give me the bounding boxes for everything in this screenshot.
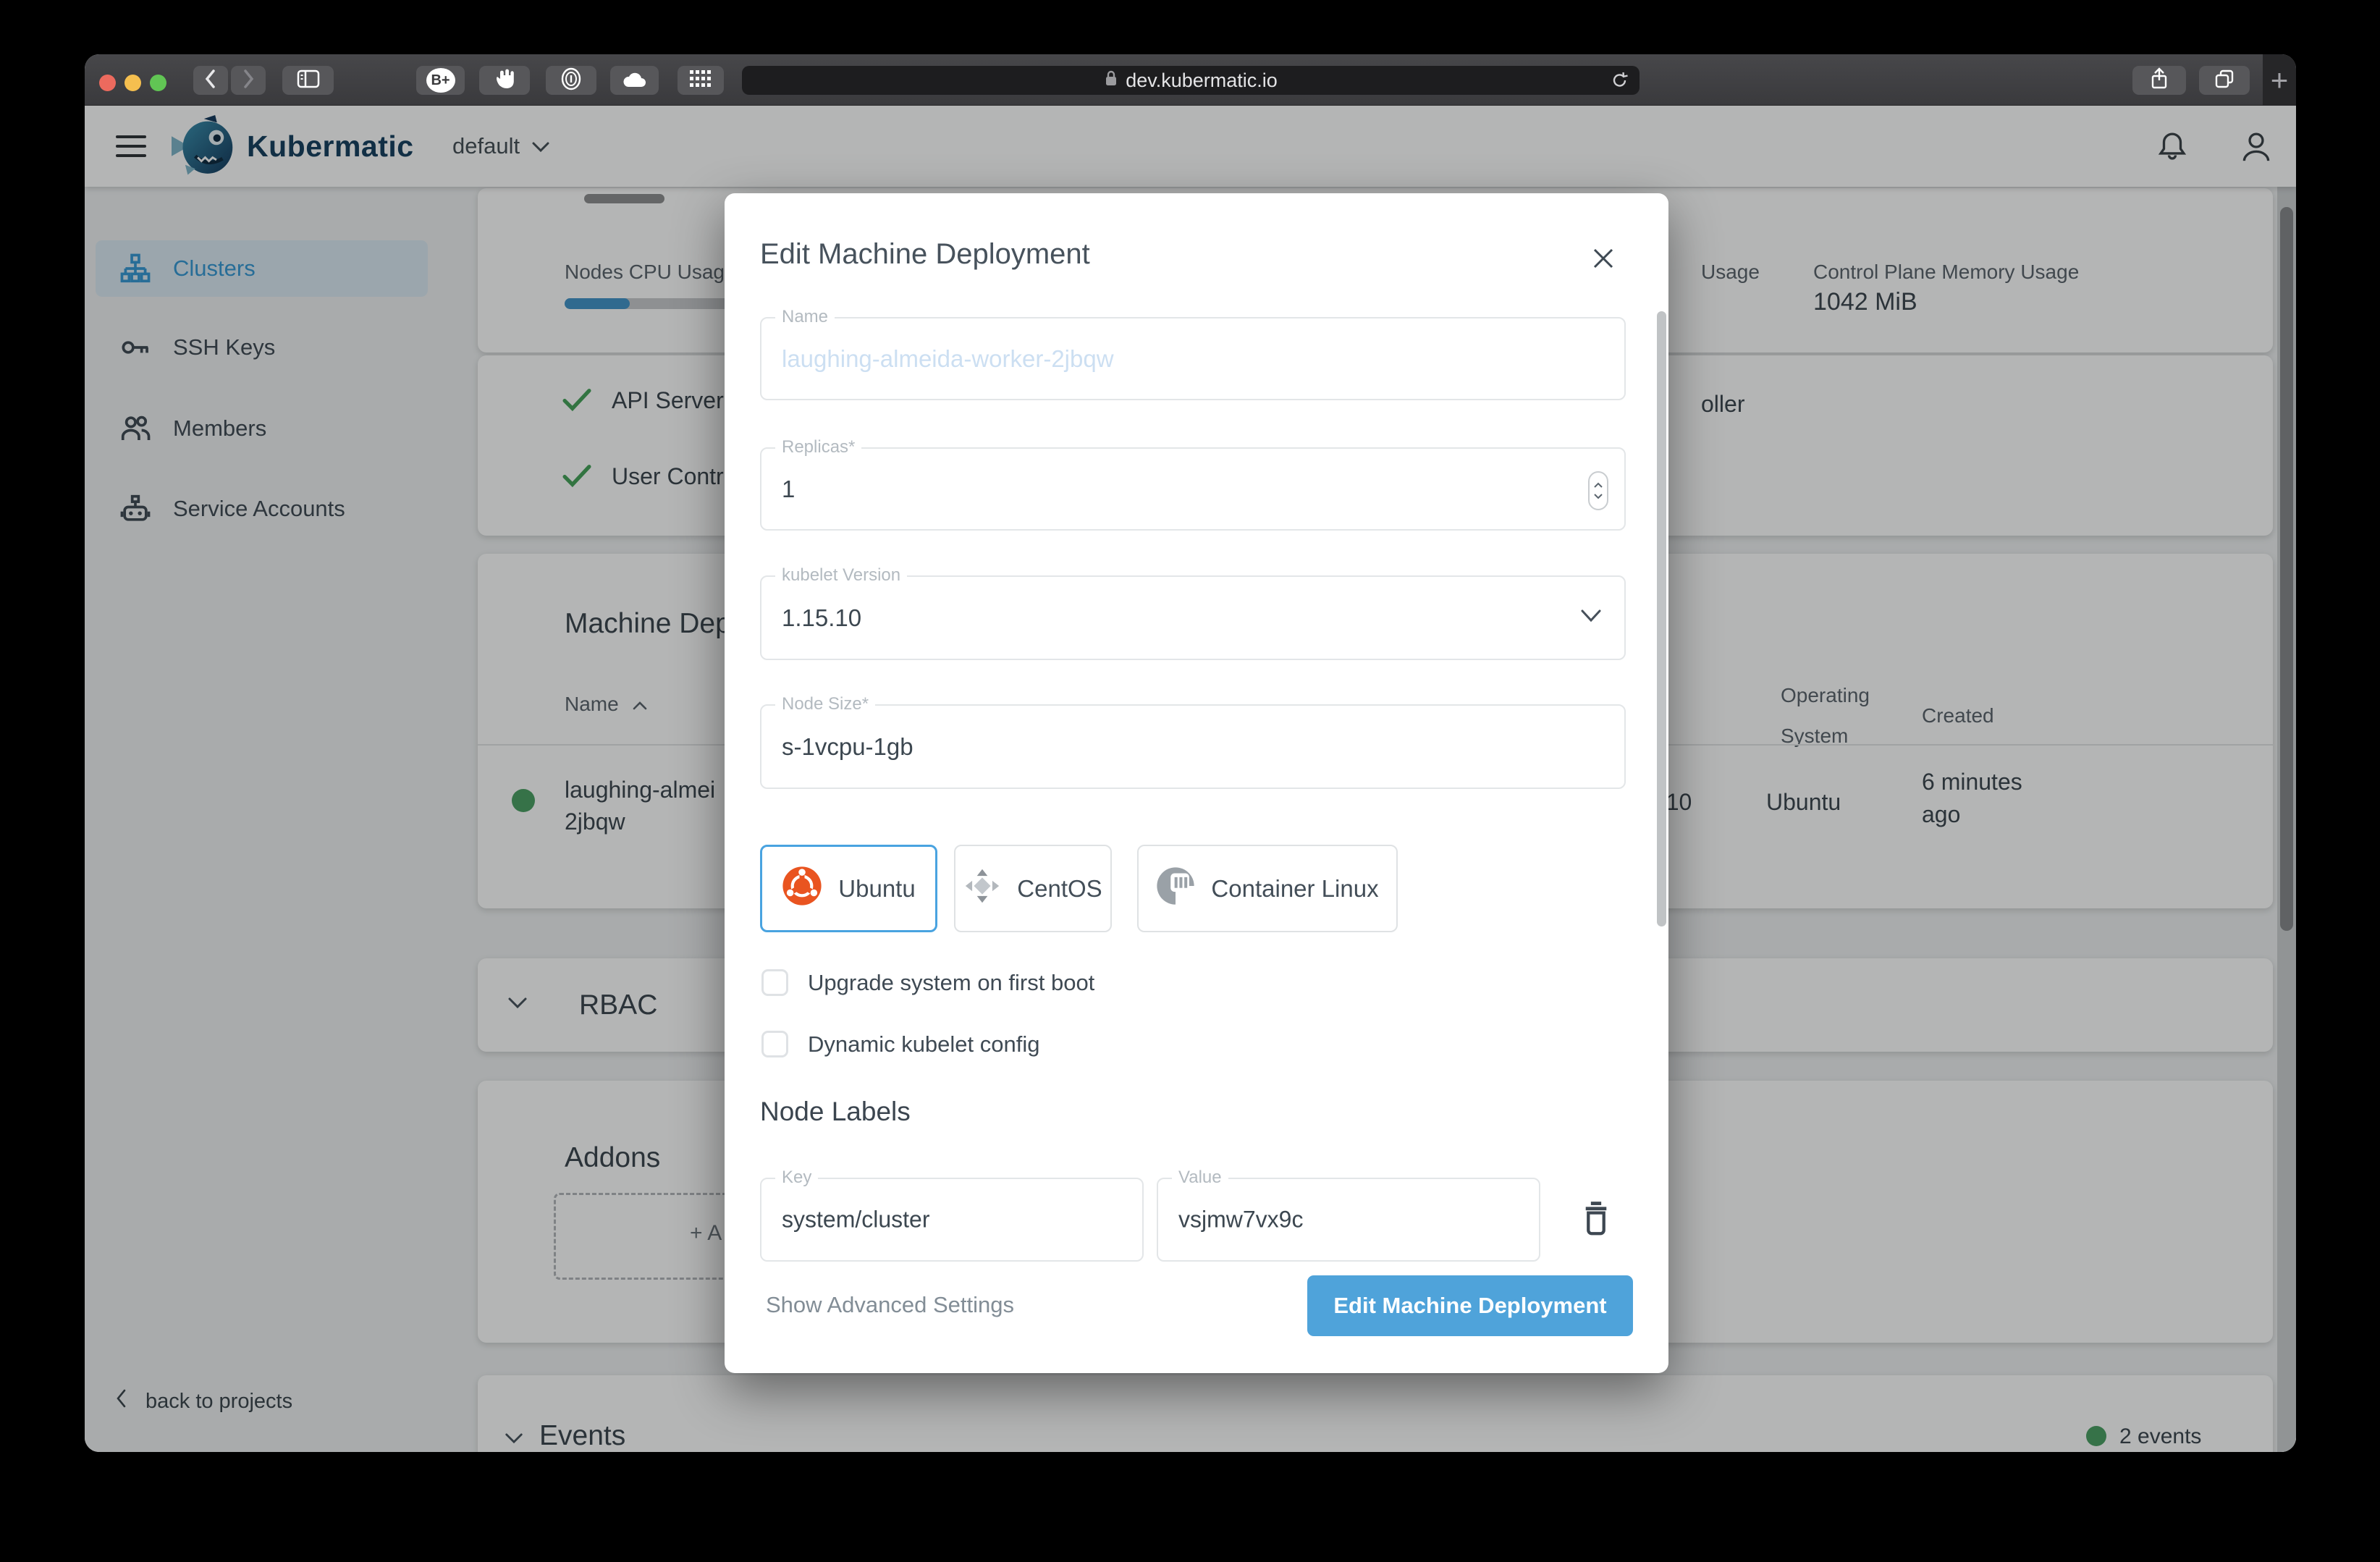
share-button[interactable] xyxy=(2132,66,2186,95)
back-icon xyxy=(203,68,219,93)
edit-machine-deployment-button[interactable]: Edit Machine Deployment xyxy=(1307,1275,1633,1336)
replicas-field-value: 1 xyxy=(782,476,795,503)
tabs-icon xyxy=(2214,68,2235,93)
replicas-field-label: Replicas* xyxy=(775,437,861,457)
extension-blocker-button[interactable] xyxy=(479,66,530,95)
dynamic-kubelet-checkbox-row[interactable]: Dynamic kubelet config xyxy=(761,1031,1040,1057)
maximize-window-button[interactable] xyxy=(150,75,166,91)
os-option-ubuntu[interactable]: Ubuntu xyxy=(760,845,937,932)
address-bar[interactable]: dev.kubermatic.io xyxy=(742,66,1640,95)
container-linux-logo-icon xyxy=(1156,866,1195,911)
sidebar-panel-icon xyxy=(297,69,320,93)
name-field-value: laughing-almeida-worker-2jbqw xyxy=(782,345,1114,373)
edit-machine-deployment-dialog: Edit Machine Deployment Name laughing-al… xyxy=(725,193,1668,1373)
extension-bitwarden-button[interactable]: B+ xyxy=(416,66,465,95)
kubelet-version-select[interactable]: kubelet Version 1.15.10 xyxy=(760,575,1626,660)
key-field-label: Key xyxy=(775,1168,818,1188)
browser-back-button[interactable] xyxy=(193,66,228,95)
minimize-window-button[interactable] xyxy=(125,75,141,91)
browser-chrome: B+ dev.kubermatic.io xyxy=(85,54,2296,106)
node-label-key-field[interactable]: Key system/cluster xyxy=(760,1178,1144,1262)
sidebar-toggle-button[interactable] xyxy=(282,66,334,95)
checkbox-icon[interactable] xyxy=(761,1031,788,1057)
close-icon[interactable] xyxy=(1587,242,1619,274)
tab-overview-button[interactable] xyxy=(2199,66,2250,95)
dialog-scrollbar-thumb[interactable] xyxy=(1657,311,1666,926)
kubelet-version-value: 1.15.10 xyxy=(782,604,861,632)
delete-label-trash-icon[interactable] xyxy=(1580,1201,1612,1241)
extension-cloud-button[interactable] xyxy=(610,66,659,95)
close-window-button[interactable] xyxy=(99,75,116,91)
node-size-field[interactable]: Node Size* s-1vcpu-1gb xyxy=(760,704,1626,789)
node-size-value: s-1vcpu-1gb xyxy=(782,733,913,761)
number-stepper[interactable] xyxy=(1588,471,1608,510)
os-option-label: CentOS xyxy=(1017,875,1102,903)
name-field: Name laughing-almeida-worker-2jbqw xyxy=(760,317,1626,400)
b-plus-icon: B+ xyxy=(426,68,455,93)
upgrade-on-boot-checkbox-row[interactable]: Upgrade system on first boot xyxy=(761,969,1094,996)
checkbox-label: Upgrade system on first boot xyxy=(808,970,1094,996)
node-label-value-field[interactable]: Value vsjmw7vx9c xyxy=(1157,1178,1540,1262)
os-option-label: Ubuntu xyxy=(838,875,915,903)
new-tab-button[interactable]: + xyxy=(2263,54,2296,106)
centos-logo-icon xyxy=(963,867,1001,911)
checkbox-icon[interactable] xyxy=(761,969,788,996)
app-viewport: Kubermatic default Clusters xyxy=(85,106,2296,1452)
dialog-title: Edit Machine Deployment xyxy=(760,238,1090,271)
share-icon xyxy=(2149,67,2169,94)
target-icon xyxy=(559,67,583,95)
node-size-label: Node Size* xyxy=(775,694,875,714)
os-option-label: Container Linux xyxy=(1211,875,1378,903)
kubelet-version-label: kubelet Version xyxy=(775,565,907,586)
plus-icon: + xyxy=(2271,65,2289,96)
grid-dots-icon xyxy=(688,69,713,93)
os-option-centos[interactable]: CentOS xyxy=(954,845,1112,932)
cloud-icon xyxy=(622,68,648,93)
browser-forward-button[interactable] xyxy=(231,66,266,95)
extension-dial-button[interactable] xyxy=(546,66,596,95)
os-option-container-linux[interactable]: Container Linux xyxy=(1137,845,1398,932)
lock-icon xyxy=(1104,69,1118,93)
checkbox-label: Dynamic kubelet config xyxy=(808,1031,1040,1057)
forward-icon xyxy=(240,68,256,93)
extension-grid-button[interactable] xyxy=(678,66,724,95)
reload-icon[interactable] xyxy=(1611,71,1629,95)
show-advanced-settings-link[interactable]: Show Advanced Settings xyxy=(766,1292,1014,1318)
browser-window: B+ dev.kubermatic.io xyxy=(85,54,2296,1452)
name-field-label: Name xyxy=(775,307,835,327)
value-field-value: vsjmw7vx9c xyxy=(1178,1207,1303,1233)
chevron-down-icon xyxy=(1579,609,1603,627)
node-labels-heading: Node Labels xyxy=(760,1097,911,1127)
url-text: dev.kubermatic.io xyxy=(1126,69,1278,92)
value-field-label: Value xyxy=(1172,1168,1228,1188)
ubuntu-logo-icon xyxy=(782,866,822,912)
hand-icon xyxy=(492,67,517,95)
key-field-value: system/cluster xyxy=(782,1207,929,1233)
screen: B+ dev.kubermatic.io xyxy=(0,0,2380,1562)
replicas-field[interactable]: Replicas* 1 xyxy=(760,447,1626,531)
